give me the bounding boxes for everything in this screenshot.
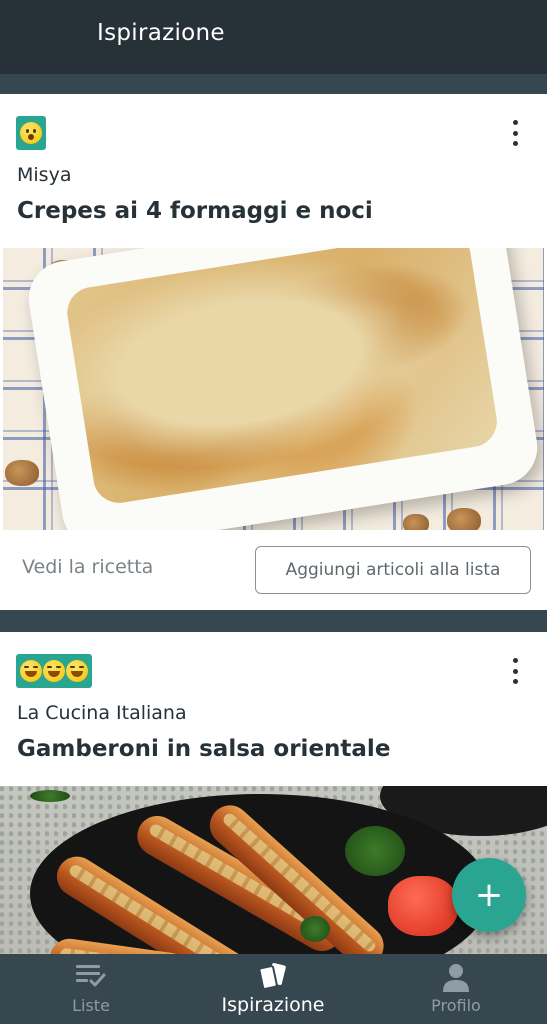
reaction-badge: [16, 116, 46, 150]
recipe-card[interactable]: Misya Crepes ai 4 formaggi e noci Vedi l…: [0, 94, 547, 610]
card-actions: Vedi la ricetta Aggiungi articoli alla l…: [0, 530, 547, 610]
walnut-decoration: [403, 514, 429, 530]
nav-label: Profilo: [431, 996, 481, 1015]
herb-garnish: [30, 790, 70, 802]
gratin-food: [63, 248, 501, 507]
view-recipe-button[interactable]: Vedi la ricetta: [22, 556, 153, 578]
cards-icon: [258, 963, 286, 990]
drooling-face-emoji-icon: [20, 660, 42, 682]
recipe-source: Misya: [17, 164, 72, 186]
walnut-decoration: [5, 460, 39, 486]
nav-item-ispirazione[interactable]: Ispirazione: [182, 954, 364, 1024]
drooling-face-emoji-icon: [43, 660, 65, 682]
list-check-icon: [76, 965, 106, 987]
inspiration-feed[interactable]: Misya Crepes ai 4 formaggi e noci Vedi l…: [0, 74, 547, 954]
more-options-icon[interactable]: [507, 120, 523, 146]
recipe-title[interactable]: Crepes ai 4 formaggi e noci: [17, 198, 373, 224]
app-bar-title: Ispirazione: [97, 20, 225, 46]
tomato-garnish: [388, 876, 458, 936]
person-icon: [443, 964, 469, 992]
drooling-face-emoji-icon: [66, 660, 88, 682]
app-root: Ispirazione Misya Crepes ai 4 formaggi e…: [0, 0, 547, 1024]
walnut-decoration: [447, 508, 481, 530]
bottom-navigation: Liste Ispirazione Profilo: [0, 954, 547, 1024]
more-options-icon[interactable]: [507, 658, 523, 684]
add-to-list-button[interactable]: Aggiungi articoli alla lista: [255, 546, 531, 594]
nav-label: Ispirazione: [221, 994, 325, 1016]
recipe-source: La Cucina Italiana: [17, 702, 187, 724]
nav-item-liste[interactable]: Liste: [0, 954, 182, 1024]
nav-label: Liste: [72, 996, 110, 1015]
recipe-photo[interactable]: [3, 248, 544, 530]
baking-dish: [23, 248, 543, 530]
herb-garnish: [345, 826, 405, 876]
add-fab-button[interactable]: +: [452, 858, 526, 932]
app-bar: Ispirazione: [0, 0, 547, 74]
nav-item-profilo[interactable]: Profilo: [365, 954, 547, 1024]
reaction-badge: [16, 654, 92, 688]
recipe-title[interactable]: Gamberoni in salsa orientale: [17, 736, 390, 762]
plus-icon: +: [474, 875, 504, 915]
herb-garnish: [300, 916, 330, 942]
fearful-face-emoji-icon: [20, 122, 42, 144]
